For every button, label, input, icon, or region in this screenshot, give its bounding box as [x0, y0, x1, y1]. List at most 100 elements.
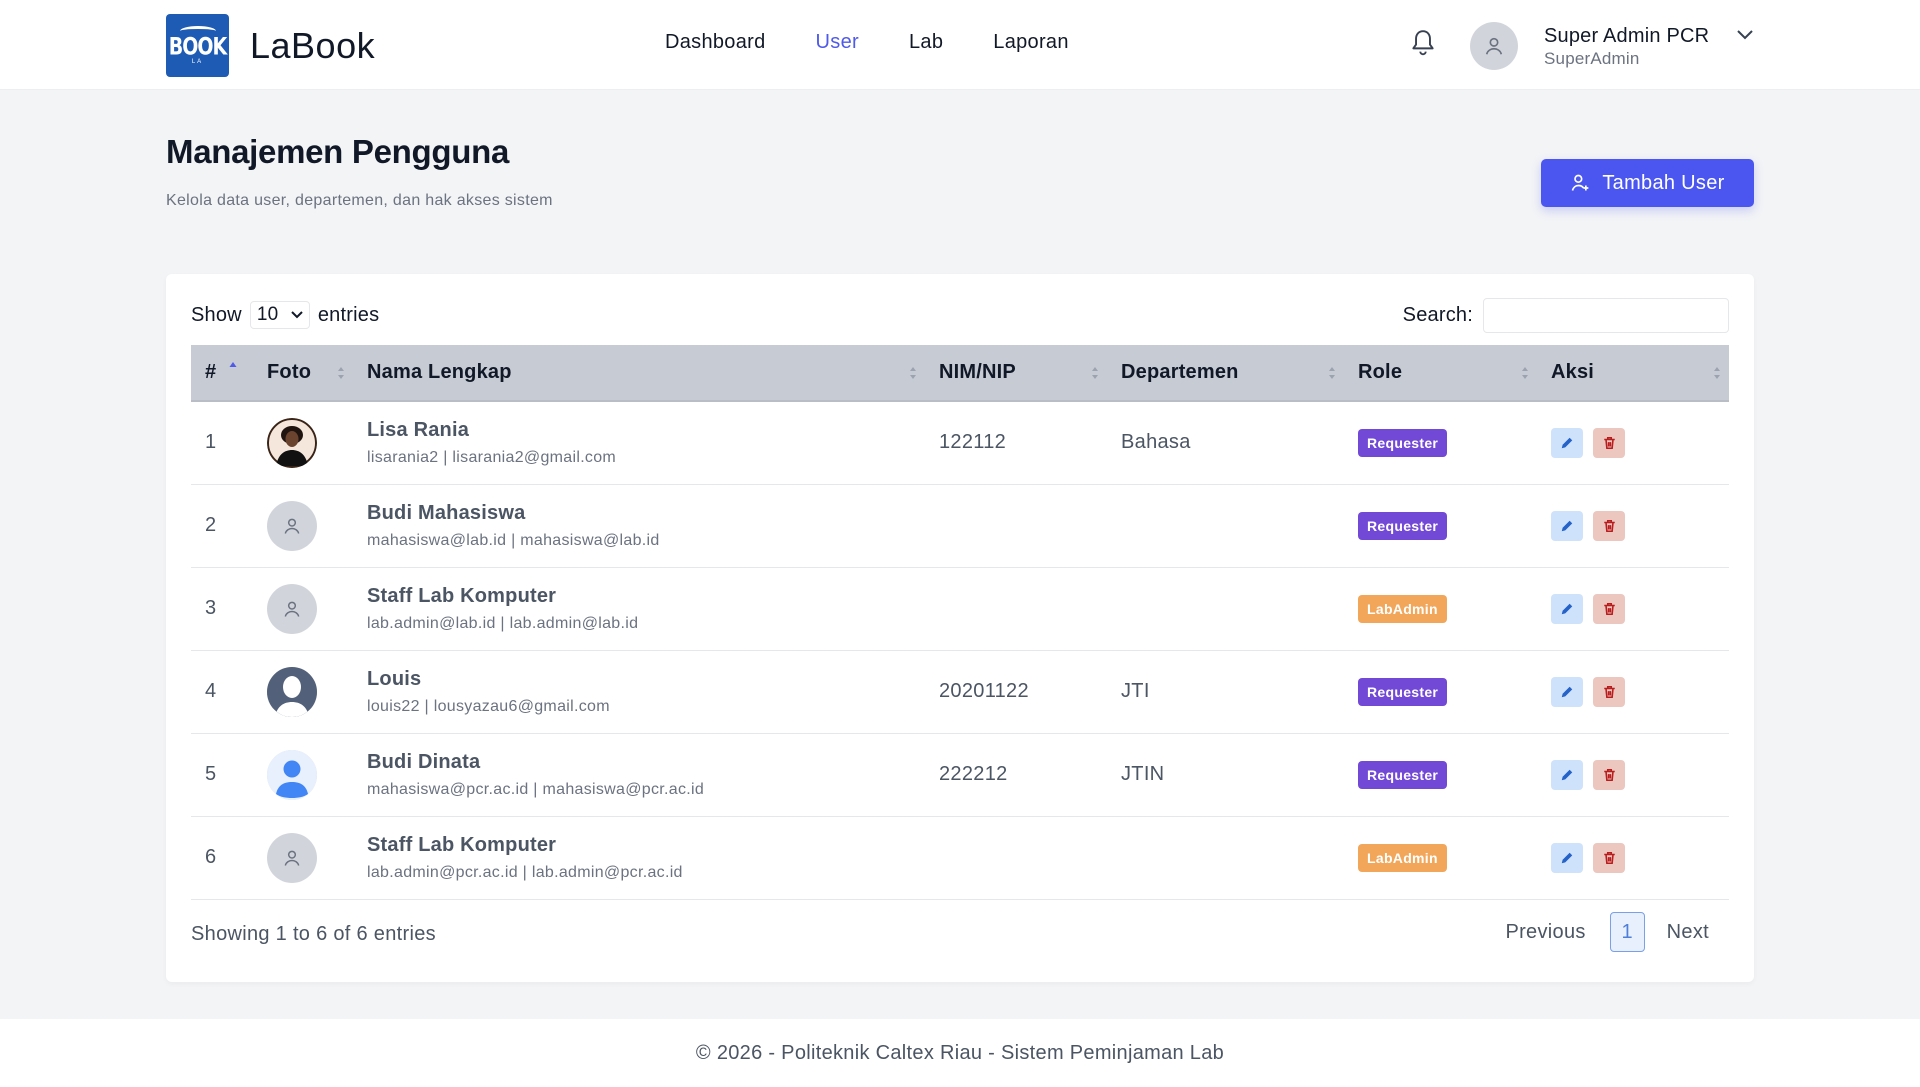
user-avatar[interactable]: [1470, 22, 1518, 70]
role-badge: Requester: [1358, 511, 1448, 540]
delete-button[interactable]: [1593, 842, 1625, 873]
trash-icon: [1603, 436, 1615, 449]
footer-text: © 2026 - Politeknik Caltex Riau - Sistem…: [695, 1042, 1225, 1064]
row-nim: 122112: [925, 401, 1107, 485]
edit-button[interactable]: [1551, 676, 1583, 707]
search-input[interactable]: [1483, 298, 1729, 333]
role-badge: Requester: [1358, 760, 1448, 789]
profile-default-blue: [267, 749, 317, 800]
edit-button[interactable]: [1551, 427, 1583, 458]
user-plus-icon: [1572, 174, 1589, 191]
delete-button[interactable]: [1593, 510, 1625, 541]
row-photo: [253, 650, 353, 734]
col-departemen[interactable]: Departemen: [1107, 345, 1344, 402]
user-icon: [284, 850, 300, 866]
delete-button[interactable]: [1593, 676, 1625, 707]
user-role: SuperAdmin: [1544, 49, 1640, 68]
row-role: LabAdmin: [1344, 567, 1537, 651]
row-departemen: [1107, 816, 1344, 900]
col-aksi[interactable]: Aksi: [1537, 345, 1729, 402]
row-number: 3: [191, 567, 253, 651]
nav-laporan[interactable]: Laporan: [993, 31, 1069, 54]
sort-icon: [1522, 367, 1528, 379]
edit-button[interactable]: [1551, 759, 1583, 790]
table-row: 2 Budi Mahasiswa mahasiswa@lab.id | mahasi…: [191, 484, 1729, 568]
main-nav: Dashboard User Lab Laporan: [665, 31, 1119, 54]
row-actions: [1537, 567, 1729, 651]
add-user-label: Tambah User: [1602, 171, 1725, 194]
user-email: louis22 | lousyazau6@gmail.com: [367, 698, 610, 715]
user-full-name: Budi Dinata: [367, 751, 481, 773]
trash-icon: [1603, 602, 1615, 615]
delete-button[interactable]: [1593, 427, 1625, 458]
edit-button[interactable]: [1551, 593, 1583, 624]
entries-label: entries: [317, 303, 380, 326]
nav-user[interactable]: User: [816, 31, 859, 54]
chevron-down-icon[interactable]: [1735, 28, 1755, 42]
col-foto[interactable]: Foto: [253, 345, 353, 402]
col-departemen-label: Departemen: [1121, 361, 1239, 383]
col-number-label: #: [205, 361, 217, 383]
row-nim: [925, 816, 1107, 900]
add-user-button[interactable]: Tambah User: [1541, 159, 1754, 207]
row-departemen: [1107, 484, 1344, 568]
entries-select[interactable]: 10: [249, 301, 310, 329]
pencil-icon: [1561, 437, 1573, 448]
chevron-down-icon: [291, 311, 303, 319]
show-label: Show: [191, 303, 242, 326]
row-number: 5: [191, 733, 253, 817]
logo-text: BOOK: [168, 33, 228, 61]
row-name-cell: Budi Dinata mahasiswa@pcr.ac.id | mahasis…: [353, 733, 925, 817]
pencil-icon: [1561, 603, 1573, 614]
brand[interactable]: BOOK LA LaBook: [166, 14, 375, 77]
row-photo: [253, 567, 353, 651]
nav-lab[interactable]: Lab: [909, 31, 943, 54]
row-actions: [1537, 816, 1729, 900]
sort-icon: [910, 367, 916, 379]
profile-photo: [267, 417, 317, 468]
pagination: Previous 1 Next: [1505, 912, 1709, 952]
row-nim: 20201122: [925, 650, 1107, 734]
bell-icon[interactable]: [1410, 28, 1436, 58]
col-number[interactable]: #: [191, 345, 253, 402]
row-name-cell: Staff Lab Komputer lab.admin@lab.id | lab…: [353, 567, 925, 651]
row-nim: 222212: [925, 733, 1107, 817]
page-1-button[interactable]: 1: [1609, 912, 1645, 952]
user-full-name: Louis: [367, 668, 422, 690]
row-number: 2: [191, 484, 253, 568]
user-email: lab.admin@pcr.ac.id | lab.admin@pcr.ac.i…: [367, 864, 683, 881]
profile-silhouette: [267, 666, 317, 717]
trash-icon: [1603, 851, 1615, 864]
row-photo: [253, 401, 353, 485]
sort-asc-icon: [229, 362, 237, 367]
delete-button[interactable]: [1593, 759, 1625, 790]
page-title: Manajemen Pengguna: [166, 133, 510, 170]
pagination-info: Showing 1 to 6 of 6 entries: [191, 923, 436, 945]
page-subtitle: Kelola data user, departemen, dan hak ak…: [166, 192, 553, 209]
col-nim-label: NIM/NIP: [939, 361, 1016, 383]
row-departemen: JTIN: [1107, 733, 1344, 817]
pencil-icon: [1561, 520, 1573, 531]
delete-button[interactable]: [1593, 593, 1625, 624]
user-email: lab.admin@lab.id | lab.admin@lab.id: [367, 615, 639, 632]
edit-button[interactable]: [1551, 842, 1583, 873]
user-full-name: Budi Mahasiswa: [367, 502, 526, 524]
row-name-cell: Lisa Rania lisarania2 | lisarania2@gmail.…: [353, 401, 925, 485]
col-role[interactable]: Role: [1344, 345, 1537, 402]
edit-button[interactable]: [1551, 510, 1583, 541]
previous-page-button[interactable]: Previous: [1505, 921, 1585, 944]
avatar: [267, 583, 317, 634]
next-page-button[interactable]: Next: [1667, 921, 1709, 944]
col-nim[interactable]: NIM/NIP: [925, 345, 1107, 402]
user-menu[interactable]: Super Admin PCR SuperAdmin: [1544, 24, 1709, 70]
nav-dashboard[interactable]: Dashboard: [665, 31, 766, 54]
table-body: 1 Lisa Rania lisarania2 | lisarania2@gmail…: [191, 401, 1729, 900]
user-icon: [284, 518, 300, 534]
user-email: lisarania2 | lisarania2@gmail.com: [367, 449, 617, 467]
user-full-name: Staff Lab Komputer: [367, 585, 557, 607]
row-name-cell: Louis louis22 | lousyazau6@gmail.com: [353, 650, 925, 734]
col-nama[interactable]: Nama Lengkap: [353, 345, 925, 402]
row-nim: [925, 567, 1107, 651]
user-full-name: Lisa Rania: [367, 419, 470, 442]
trash-icon: [1603, 685, 1615, 698]
